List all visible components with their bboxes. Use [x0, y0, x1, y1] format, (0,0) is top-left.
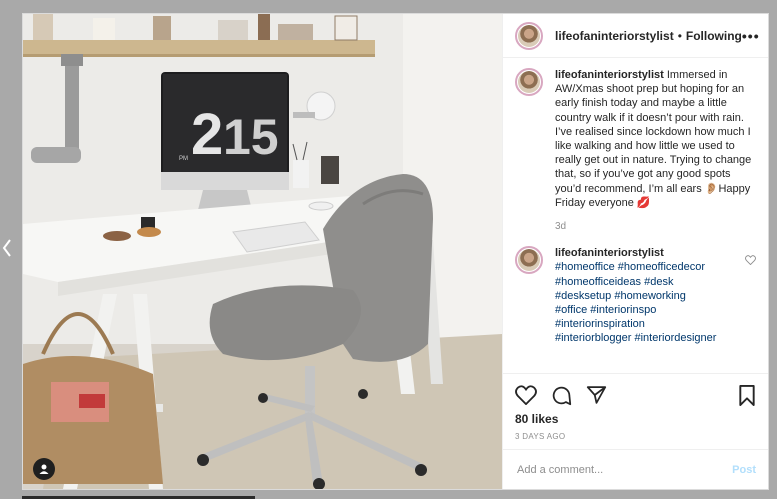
- hashtag[interactable]: #interiorinspo: [590, 304, 656, 316]
- post-modal: 2 15 PM lifeofaninteriorstylist • Follow…: [22, 13, 769, 490]
- clock-minute: 15: [223, 109, 279, 165]
- heart-icon[interactable]: [515, 385, 537, 405]
- comment-input[interactable]: [515, 462, 733, 477]
- separator-dot: •: [677, 28, 682, 43]
- hashtag[interactable]: #office: [555, 304, 587, 316]
- likes-count[interactable]: 80 likes: [515, 412, 756, 426]
- hashtag[interactable]: #desk: [644, 276, 673, 288]
- hashtag[interactable]: #interiordesigner: [635, 332, 717, 344]
- hashtags-avatar[interactable]: [515, 246, 543, 275]
- hashtag[interactable]: #homeofficedecor: [618, 261, 705, 273]
- add-comment-bar: Post: [503, 449, 768, 489]
- bookmark-icon[interactable]: [738, 384, 756, 406]
- share-icon[interactable]: [586, 385, 607, 405]
- hashtag[interactable]: #homeworking: [614, 290, 686, 302]
- caption-text: Immersed in AW/Xmas shoot prep but hopin…: [555, 69, 752, 209]
- author-avatar[interactable]: [515, 21, 543, 50]
- caption-avatar[interactable]: [515, 68, 543, 96]
- more-options-button[interactable]: •••: [742, 28, 760, 44]
- hashtag[interactable]: #interiorblogger: [555, 332, 631, 344]
- user-tag-icon[interactable]: [33, 458, 55, 480]
- hashtag[interactable]: #interiorinspiration: [555, 318, 645, 330]
- post-actions: 80 likes 3 DAYS AGO: [503, 373, 768, 449]
- post-comment-button[interactable]: Post: [732, 464, 756, 476]
- hashtag[interactable]: #homeofficeideas: [555, 276, 641, 288]
- desk-scene-image: 2 15 PM: [23, 14, 502, 489]
- comments-list[interactable]: lifeofaninteriorstylist Immersed in AW/X…: [503, 58, 768, 373]
- hashtag[interactable]: #desksetup: [555, 290, 611, 302]
- prev-post-button[interactable]: [0, 233, 14, 263]
- caption-comment: lifeofaninteriorstylist Immersed in AW/X…: [515, 68, 756, 234]
- hashtags-comment: lifeofaninteriorstylist #homeoffice #hom…: [515, 246, 756, 345]
- following-button[interactable]: Following: [686, 29, 742, 43]
- chevron-left-icon: [2, 239, 11, 257]
- clock-period: PM: [179, 156, 188, 162]
- comment-icon[interactable]: [551, 385, 572, 406]
- post-date[interactable]: 3 DAYS AGO: [515, 432, 756, 441]
- caption-username[interactable]: lifeofaninteriorstylist: [555, 69, 664, 81]
- clock-hour: 2: [191, 102, 223, 167]
- author-username[interactable]: lifeofaninteriorstylist: [555, 29, 674, 43]
- hashtags-username[interactable]: lifeofaninteriorstylist: [555, 247, 664, 259]
- caption-age[interactable]: 3d: [555, 220, 756, 234]
- hashtags-body: lifeofaninteriorstylist #homeoffice #hom…: [555, 246, 730, 345]
- person-icon: [39, 464, 49, 474]
- post-header: lifeofaninteriorstylist • Following •••: [503, 14, 768, 58]
- post-sidebar: lifeofaninteriorstylist • Following ••• …: [502, 14, 768, 489]
- heart-small-icon[interactable]: [745, 252, 756, 270]
- action-icons: [515, 382, 756, 408]
- post-photo[interactable]: 2 15 PM: [23, 14, 502, 489]
- caption-body: lifeofaninteriorstylist Immersed in AW/X…: [555, 68, 756, 234]
- hashtag[interactable]: #homeoffice: [555, 261, 615, 273]
